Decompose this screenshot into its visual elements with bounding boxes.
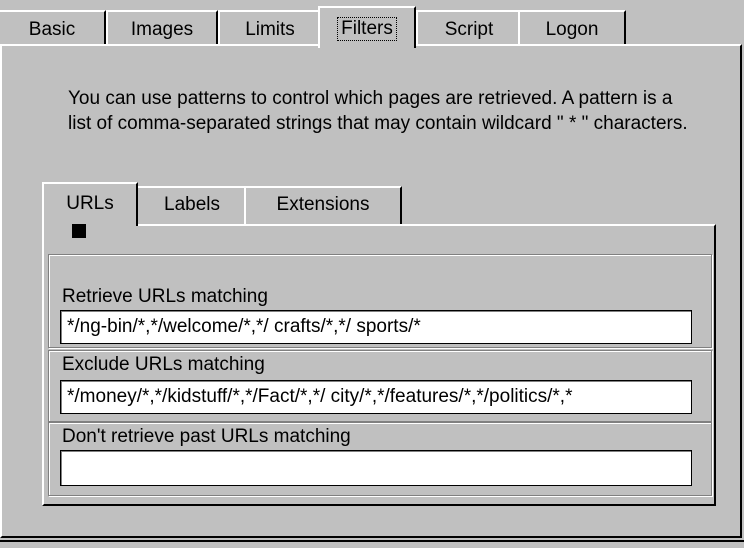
window-bottom-edge [0, 540, 744, 542]
tab-basic-label: Basic [28, 19, 76, 40]
tab-images-label: Images [130, 19, 194, 40]
filters-description: You can use patterns to control which pa… [68, 88, 688, 134]
tab-filters[interactable]: Filters [318, 6, 416, 48]
tab-logon[interactable]: Logon [518, 10, 626, 46]
retrieve-urls-input[interactable]: */ng-bin/*,*/welcome/*,*/ crafts/*,*/ sp… [60, 310, 692, 344]
tab-images[interactable]: Images [106, 10, 218, 46]
subtab-urls-label: URLs [66, 193, 114, 214]
tab-logon-label: Logon [545, 19, 599, 40]
dont-retrieve-urls-input[interactable] [60, 450, 692, 486]
tab-limits[interactable]: Limits [218, 10, 322, 46]
retrieve-label: Retrieve URLs matching [62, 286, 268, 307]
dont-retrieve-label: Don't retrieve past URLs matching [62, 426, 351, 447]
tab-filters-label: Filters [337, 17, 397, 41]
tab-basic[interactable]: Basic [0, 10, 106, 46]
tab-script-label: Script [444, 19, 494, 40]
exclude-urls-input[interactable]: */money/*,*/kidstuff/*,*/Fact/*,*/ city/… [60, 380, 692, 414]
focus-marker [72, 224, 86, 238]
exclude-label: Exclude URLs matching [62, 354, 265, 375]
tab-limits-label: Limits [245, 19, 295, 40]
subtab-urls[interactable]: URLs [42, 182, 138, 226]
tab-script[interactable]: Script [416, 10, 522, 46]
